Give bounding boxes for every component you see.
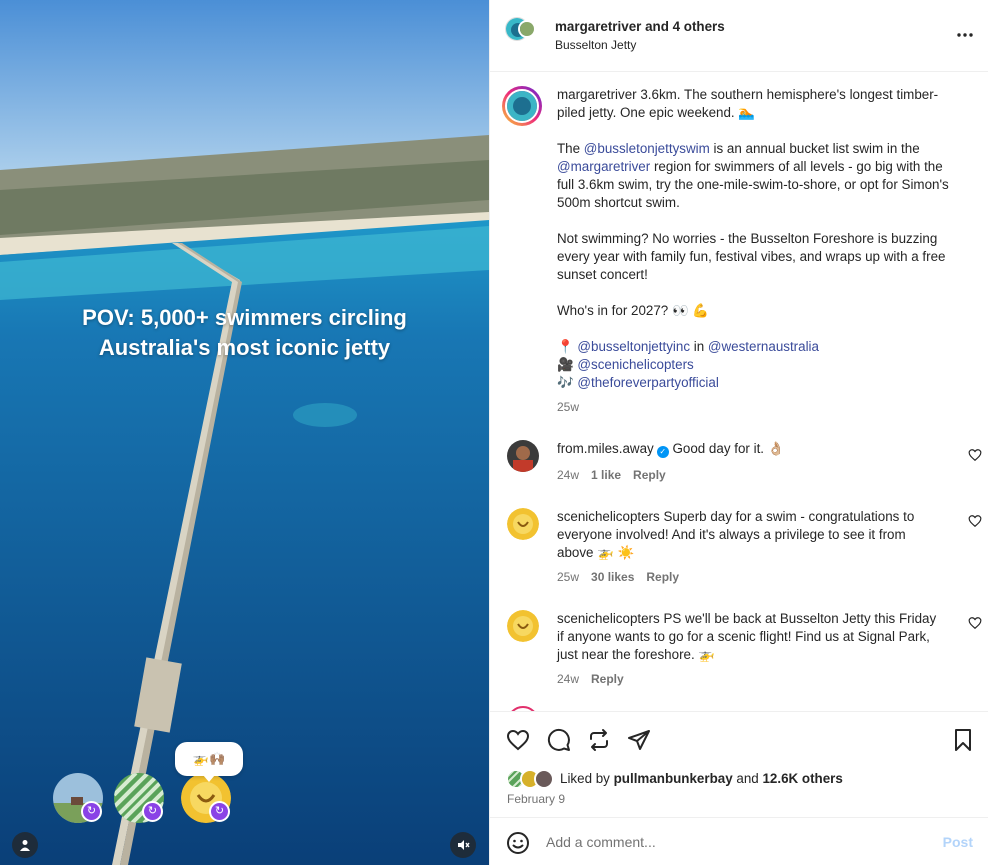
caption-p2-mid: is an annual bucket list swim in the xyxy=(709,141,920,156)
header-authors: margaretriver and 4 others xyxy=(555,19,725,34)
comment-body: scenichelicopters PS we'll be back at Bu… xyxy=(557,610,942,664)
and-others-text[interactable]: and 4 others xyxy=(641,19,725,34)
comment-bubble-icon[interactable] xyxy=(547,728,571,752)
caption-time[interactable]: 25w xyxy=(557,398,962,416)
mention-link[interactable]: @scenichelicopters xyxy=(577,357,693,372)
repost-icon[interactable] xyxy=(587,728,611,752)
liker-username[interactable]: pullmanbunkerbay xyxy=(614,771,733,786)
post-date[interactable]: February 9 xyxy=(507,792,565,806)
comment-username[interactable]: scenichelicopters xyxy=(557,509,660,524)
commenter-avatar[interactable] xyxy=(507,508,539,540)
likes-prefix: Liked by xyxy=(560,771,614,786)
caption-credits: 📍 @busseltonjettyinc in @westernaustrali… xyxy=(557,338,962,392)
comment-body: scenichelicopters Superb day for a swim … xyxy=(557,508,942,562)
caption-author-avatar[interactable] xyxy=(502,86,542,126)
reply-button[interactable]: Reply xyxy=(591,672,624,686)
overlay-line-1: POV: 5,000+ swimmers circling xyxy=(82,305,407,330)
music-emoji: 🎶 xyxy=(557,375,574,390)
mention-link[interactable]: @theforeverpartyofficial xyxy=(577,375,718,390)
comment-like-count[interactable]: 30 likes xyxy=(591,570,634,584)
post-comment-button[interactable]: Post xyxy=(943,834,973,850)
more-dots-icon[interactable] xyxy=(955,26,975,46)
commenter-avatar[interactable] xyxy=(507,610,539,642)
post-media[interactable]: POV: 5,000+ swimmers circling Australia'… xyxy=(0,0,489,865)
post-details-panel: margaretriver and 4 others Busselton Jet… xyxy=(489,0,988,865)
camera-emoji: 🎥 xyxy=(557,357,574,372)
comment-heart-icon[interactable] xyxy=(968,514,982,528)
likes-mid: and xyxy=(732,771,763,786)
comment-meta: 24w 1 like Reply xyxy=(557,468,678,482)
pin-emoji: 📍 xyxy=(557,339,574,354)
mention-link[interactable]: @busseltonjettyinc xyxy=(577,339,690,354)
likes-summary: Liked by pullmanbunkerbay and 12.6K othe… xyxy=(560,771,843,786)
comment-time[interactable]: 24w xyxy=(557,672,579,686)
comment-text: Good day for it. 👌🏼 xyxy=(668,441,785,456)
commenter-avatar[interactable] xyxy=(507,440,539,472)
caption-p2-before: The xyxy=(557,141,584,156)
caption-paragraph-4: Who's in for 2027? 👀 💪 xyxy=(557,303,710,318)
collab-avatar-small[interactable] xyxy=(518,20,536,38)
caption-username[interactable]: margaretriver xyxy=(557,87,637,102)
comment-meta: 24w Reply xyxy=(557,672,636,686)
mention-link[interactable]: @margaretriver xyxy=(557,159,650,174)
comment-time[interactable]: 24w xyxy=(557,468,579,482)
heart-icon[interactable] xyxy=(506,728,530,752)
reaction-bubble: 🚁🙌🏽 xyxy=(175,742,243,782)
comment-heart-icon[interactable] xyxy=(968,616,982,630)
caption-paragraph-2: The @bussletonjettyswim is an annual buc… xyxy=(557,140,962,212)
author-username[interactable]: margaretriver xyxy=(555,19,641,34)
add-comment-bar: Post xyxy=(490,817,988,865)
collab-badge-icon: ↻ xyxy=(81,801,102,822)
collab-badge-icon: ↻ xyxy=(142,801,163,822)
mention-link[interactable]: @westernaustralia xyxy=(708,339,819,354)
overlay-line-2: Australia's most iconic jetty xyxy=(98,335,391,360)
comment-username[interactable]: scenichelicopters xyxy=(557,611,660,626)
bookmark-icon[interactable] xyxy=(951,728,975,752)
speaker-muted-icon[interactable] xyxy=(450,832,476,858)
aerial-jetty-image xyxy=(0,0,489,865)
reply-button[interactable]: Reply xyxy=(633,468,666,482)
post-header: margaretriver and 4 others Busselton Jet… xyxy=(490,0,988,72)
caption-text: margaretriver 3.6km. The southern hemisp… xyxy=(557,86,962,416)
liker-avatar xyxy=(534,769,554,789)
comment-like-count[interactable]: 1 like xyxy=(591,468,621,482)
comment-time[interactable]: 25w xyxy=(557,570,579,584)
person-tag-icon[interactable] xyxy=(12,832,38,858)
post-actions: Liked by pullmanbunkerbay and 12.6K othe… xyxy=(490,711,988,817)
location-link[interactable]: Busselton Jetty xyxy=(555,38,636,52)
mention-link[interactable]: @bussletonjettyswim xyxy=(584,141,710,156)
caption-paragraph-1: margaretriver 3.6km. The southern hemisp… xyxy=(557,86,962,122)
comment-input[interactable] xyxy=(546,831,926,853)
comment-meta: 25w 30 likes Reply xyxy=(557,570,691,584)
send-paper-plane-icon[interactable] xyxy=(627,728,651,752)
comment-username[interactable]: from.miles.away xyxy=(557,441,654,456)
comment-heart-icon[interactable] xyxy=(968,448,982,462)
reply-button[interactable]: Reply xyxy=(646,570,679,584)
likes-count-link[interactable]: 12.6K others xyxy=(762,771,842,786)
caption-paragraph-3: Not swimming? No worries - the Busselton… xyxy=(557,231,946,282)
smiley-face-icon[interactable] xyxy=(506,831,530,855)
credit-in-text: in xyxy=(690,339,708,354)
verified-badge-icon: ✓ xyxy=(656,446,669,458)
video-overlay-caption: POV: 5,000+ swimmers circling Australia'… xyxy=(0,303,489,363)
comment-body: from.miles.away ✓ Good day for it. 👌🏼 xyxy=(557,440,942,458)
collab-badge-icon: ↻ xyxy=(209,801,230,822)
